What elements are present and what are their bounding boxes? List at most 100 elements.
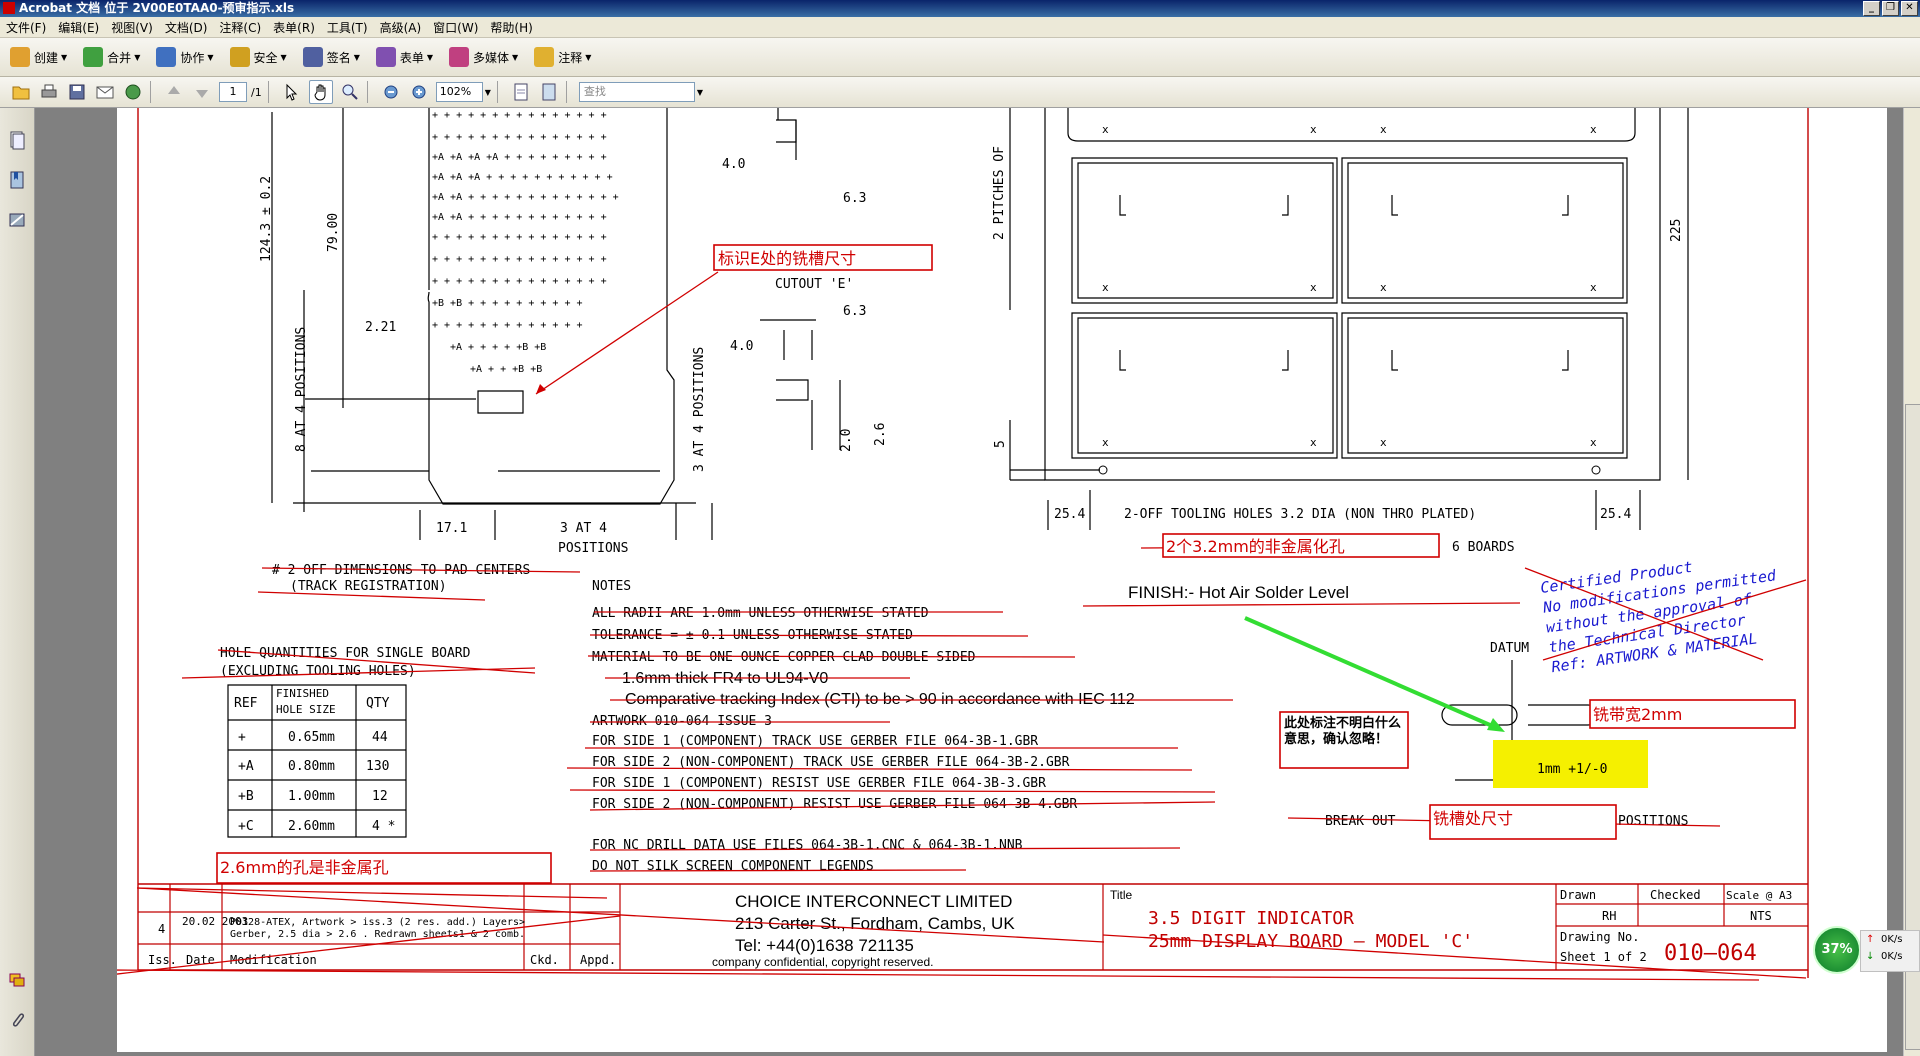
note-side1-resist: FOR SIDE 1 (COMPONENT) RESIST USE GERBER… <box>592 776 1046 791</box>
vertical-scrollbar[interactable] <box>1903 108 1920 1056</box>
comments-panel-icon[interactable] <box>8 970 26 990</box>
menu-comments[interactable]: 注释(C) <box>213 19 267 36</box>
hole-table-qty: 12 <box>372 789 388 804</box>
label-finish: FINISH:- Hot Air Solder Level <box>1128 583 1349 602</box>
minimize-button[interactable]: _ <box>1863 1 1880 16</box>
print-button[interactable] <box>38 81 60 103</box>
pen-icon <box>302 47 323 67</box>
select-tool-button[interactable] <box>281 81 303 103</box>
label-track-registration: (TRACK REGISTRATION) <box>290 579 447 594</box>
issue-number: 4 <box>158 922 165 936</box>
menu-edit[interactable]: 编辑(E) <box>52 19 105 36</box>
combine-button[interactable]: 合并 ▼ <box>83 47 140 67</box>
signatures-icon[interactable] <box>8 210 26 230</box>
cursor-icon <box>286 83 297 101</box>
restore-button[interactable]: ❐ <box>1882 1 1899 16</box>
svg-text:+A +A +A + + + + + + + + + + +: +A +A +A + + + + + + + + + + + <box>432 172 613 183</box>
open-button[interactable] <box>10 81 32 103</box>
task-toolbar: 创建 ▼ 合并 ▼ 协作 ▼ 安全 ▼ 签名 ▼ 表单 ▼ 多媒体 ▼ 注释 ▼ <box>0 38 1920 77</box>
window-controls: _ ❐ ✕ <box>1863 1 1918 16</box>
fit-width-button[interactable] <box>510 81 532 103</box>
chevron-down-icon: ▼ <box>512 52 519 62</box>
sign-button[interactable]: 签名 ▼ <box>302 47 360 67</box>
annotation-mill-width[interactable]: 铣带宽2mm <box>1593 705 1682 724</box>
find-input[interactable]: 查找 <box>578 82 695 102</box>
acrobat-icon <box>3 2 15 14</box>
forms-button[interactable]: 表单 ▼ <box>375 47 433 67</box>
annotation-note-ignore[interactable]: 此处标注不明白什么意思，确认忽略！ <box>1282 714 1406 750</box>
modification-line: Gerber, 2.5 dia > 2.6 . Redrawn sheets1 … <box>230 929 525 940</box>
collaborate-icon <box>156 47 177 67</box>
menu-bar: 文件(F) 编辑(E) 视图(V) 文档(D) 注释(C) 表单(R) 工具(T… <box>0 17 1920 38</box>
zoom-out-button[interactable] <box>380 81 402 103</box>
collaborate-button[interactable]: 协作 ▼ <box>156 47 214 67</box>
annotation-2-6mm-hole[interactable]: 2.6mm的孔是非金属孔 <box>220 858 389 877</box>
label-cutout-e: CUTOUT 'E' <box>775 277 853 292</box>
comment-button[interactable]: 注释 ▼ <box>534 47 591 67</box>
note-material: MATERIAL TO BE ONE OUNCE COPPER CLAD DOU… <box>592 650 976 665</box>
menu-window[interactable]: 窗口(W) <box>427 19 484 36</box>
email-button[interactable] <box>94 81 116 103</box>
page-number-input[interactable]: 1 <box>219 82 247 102</box>
dim-40a: 4.0 <box>722 157 745 172</box>
note-header: NOTES <box>592 579 631 594</box>
svg-text:x: x <box>1380 281 1387 294</box>
attachment-icon[interactable] <box>8 1010 26 1030</box>
previous-page-button[interactable] <box>163 81 185 103</box>
zoom-in-button[interactable] <box>408 81 430 103</box>
window-title: Acrobat 文档 位于 2V00E0TAA0-预审指示.xls <box>19 1 295 15</box>
svg-text:+ + + + + + + + + + + + +: + + + + + + + + + + + + + <box>432 320 583 331</box>
cpu-usage-badge[interactable]: 37% <box>1813 926 1861 974</box>
hole-table-qty: 44 <box>372 730 388 745</box>
hole-table-ref: +C <box>238 819 254 834</box>
menu-advanced[interactable]: 高级(A) <box>374 19 428 36</box>
zoom-tool-button[interactable] <box>339 81 361 103</box>
annotation-slot-size[interactable]: 铣槽处尺寸 <box>1433 809 1513 828</box>
menu-file[interactable]: 文件(F) <box>0 19 52 36</box>
close-button[interactable]: ✕ <box>1901 1 1918 16</box>
window-title-bar: Acrobat 文档 位于 2V00E0TAA0-预审指示.xls _ ❐ ✕ <box>0 0 1920 17</box>
pages-icon[interactable] <box>8 130 26 150</box>
annotation-cutout-e[interactable]: 标识E处的铣槽尺寸 <box>718 249 856 268</box>
label-8-at-4: 8 AT 4 POSITIONS <box>294 327 309 452</box>
drawing-number: 010—064 <box>1664 941 1757 966</box>
secure-button[interactable]: 安全 ▼ <box>229 47 287 67</box>
hand-tool-button[interactable] <box>308 80 333 104</box>
arrow-up-icon <box>168 86 180 94</box>
svg-text:x: x <box>1380 123 1387 136</box>
note-side1-track: FOR SIDE 1 (COMPONENT) TRACK USE GERBER … <box>592 734 1038 749</box>
bookmarks-icon[interactable] <box>8 170 26 190</box>
arrow-down-icon <box>196 90 208 98</box>
menu-tools[interactable]: 工具(T) <box>321 19 374 36</box>
multimedia-button[interactable]: 多媒体 ▼ <box>449 47 518 67</box>
upload-speed: 0K/s <box>1881 934 1903 945</box>
drawn-value: RH <box>1602 909 1616 923</box>
note-silk-screen: DO NOT SILK SCREEN COMPONENT LEGENDS <box>592 859 874 874</box>
label-3-at-4: 3 AT 4 <box>560 521 607 536</box>
annotation-tooling-holes[interactable]: 2个3.2mm的非金属化孔 <box>1166 537 1345 556</box>
save-icon <box>69 84 85 100</box>
chevron-down-icon[interactable]: ▼ <box>697 88 703 97</box>
menu-document[interactable]: 文档(D) <box>159 19 214 36</box>
label-positions: POSITIONS <box>558 541 628 556</box>
chevron-down-icon[interactable]: ▼ <box>485 88 491 97</box>
dim-124: 124.3 ± 0.2 <box>259 176 274 262</box>
fit-page-button[interactable] <box>538 81 560 103</box>
zoom-level-select[interactable]: 102% <box>435 82 483 102</box>
menu-forms[interactable]: 表单(R) <box>267 19 321 36</box>
svg-text:x: x <box>1102 281 1109 294</box>
create-button[interactable]: 创建 ▼ <box>10 47 67 67</box>
company-name: CHOICE INTERCONNECT LIMITED <box>735 892 1012 911</box>
drawing-title-1: 3.5 DIGIT INDICATOR <box>1148 908 1354 929</box>
pdf-page: + + + + + + + + + + + + + + + + + + + + … <box>117 108 1887 1052</box>
web-button[interactable] <box>122 81 144 103</box>
save-button[interactable] <box>66 81 88 103</box>
menu-view[interactable]: 视图(V) <box>105 19 159 36</box>
scale-label: Scale @ A3 <box>1726 889 1792 902</box>
next-page-button[interactable] <box>191 81 213 103</box>
dim-40b: 4.0 <box>730 339 753 354</box>
document-view[interactable]: + + + + + + + + + + + + + + + + + + + + … <box>35 108 1903 1052</box>
email-icon <box>96 86 114 99</box>
menu-help[interactable]: 帮助(H) <box>484 19 538 36</box>
download-speed: 0K/s <box>1881 951 1903 962</box>
